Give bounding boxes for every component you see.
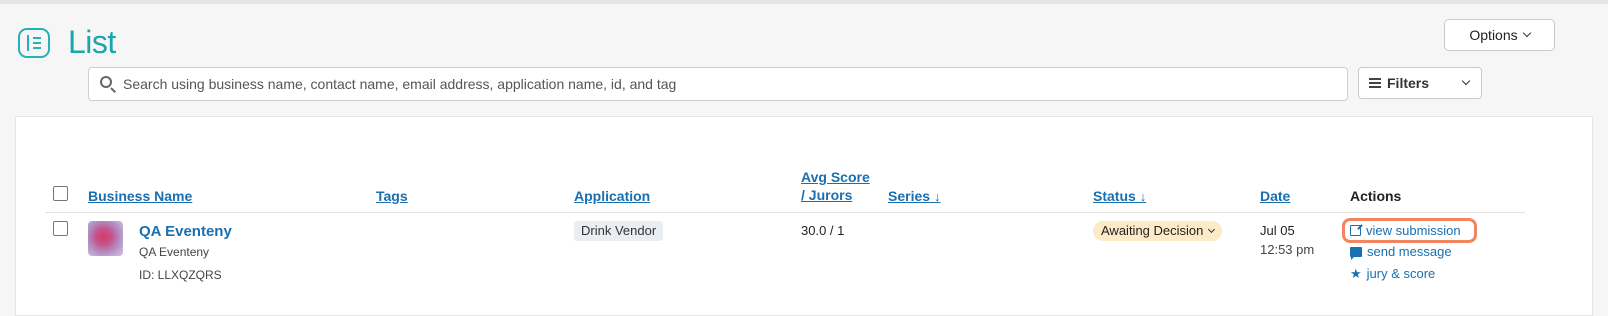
send-message-label: send message [1367,244,1452,259]
column-header-business-name[interactable]: Business Name [88,187,192,205]
external-link-icon [1350,225,1361,236]
filters-button[interactable]: Filters [1358,67,1482,99]
options-button[interactable]: Options [1444,19,1555,51]
column-header-date[interactable]: Date [1260,187,1290,205]
column-header-application[interactable]: Application [574,187,650,205]
submission-date: Jul 05 [1260,223,1295,238]
message-icon [1350,246,1362,260]
select-all-checkbox[interactable] [53,186,68,201]
row-checkbox[interactable] [53,221,68,236]
chevron-down-icon [1522,28,1531,38]
top-divider [0,0,1608,4]
header-divider [45,212,1525,213]
star-icon: ★ [1350,266,1362,281]
status-dropdown[interactable]: Awaiting Decision [1093,221,1223,241]
status-value: Awaiting Decision [1101,223,1204,238]
sort-down-icon: ↓ [1139,189,1147,204]
list-page-icon [18,28,50,58]
column-header-avg-score[interactable]: Avg Score / Jurors [801,168,870,204]
column-header-series[interactable]: Series ↓ [888,187,940,206]
submission-time: 12:53 pm [1260,242,1315,257]
page-title: List [68,24,116,60]
business-avatar [88,221,123,256]
business-name-link[interactable]: QA Eventeny [139,223,232,240]
filters-label: Filters [1387,75,1430,91]
application-badge: Drink Vendor [574,221,664,241]
column-header-status[interactable]: Status ↓ [1093,187,1146,206]
send-message-link[interactable]: send message [1350,244,1452,260]
chevron-down-icon [1461,76,1471,86]
search-icon [99,75,117,93]
jurors-label: / Jurors [801,187,853,203]
jury-score-link[interactable]: ★ jury & score [1350,266,1435,281]
status-label: Status [1093,188,1136,204]
view-submission-label: view submission [1366,223,1461,238]
avg-score-value: 30.0 / 1 [801,223,845,238]
sliders-icon [1369,77,1383,89]
submissions-table-card [15,116,1593,316]
series-label: Series [888,188,931,204]
options-label: Options [1469,27,1518,43]
view-submission-link[interactable]: view submission [1350,223,1461,238]
contact-name: QA Eventeny [139,245,210,259]
search-bar [88,67,1348,101]
chevron-down-icon [1208,225,1216,233]
business-id: ID: LLXQZQRS [139,268,222,282]
jury-score-label: jury & score [1366,266,1436,281]
column-header-actions: Actions [1350,188,1402,204]
search-input[interactable] [123,76,1347,92]
avg-score-label: Avg Score [801,169,870,185]
column-header-tags[interactable]: Tags [376,187,408,205]
sort-down-icon: ↓ [933,189,941,204]
